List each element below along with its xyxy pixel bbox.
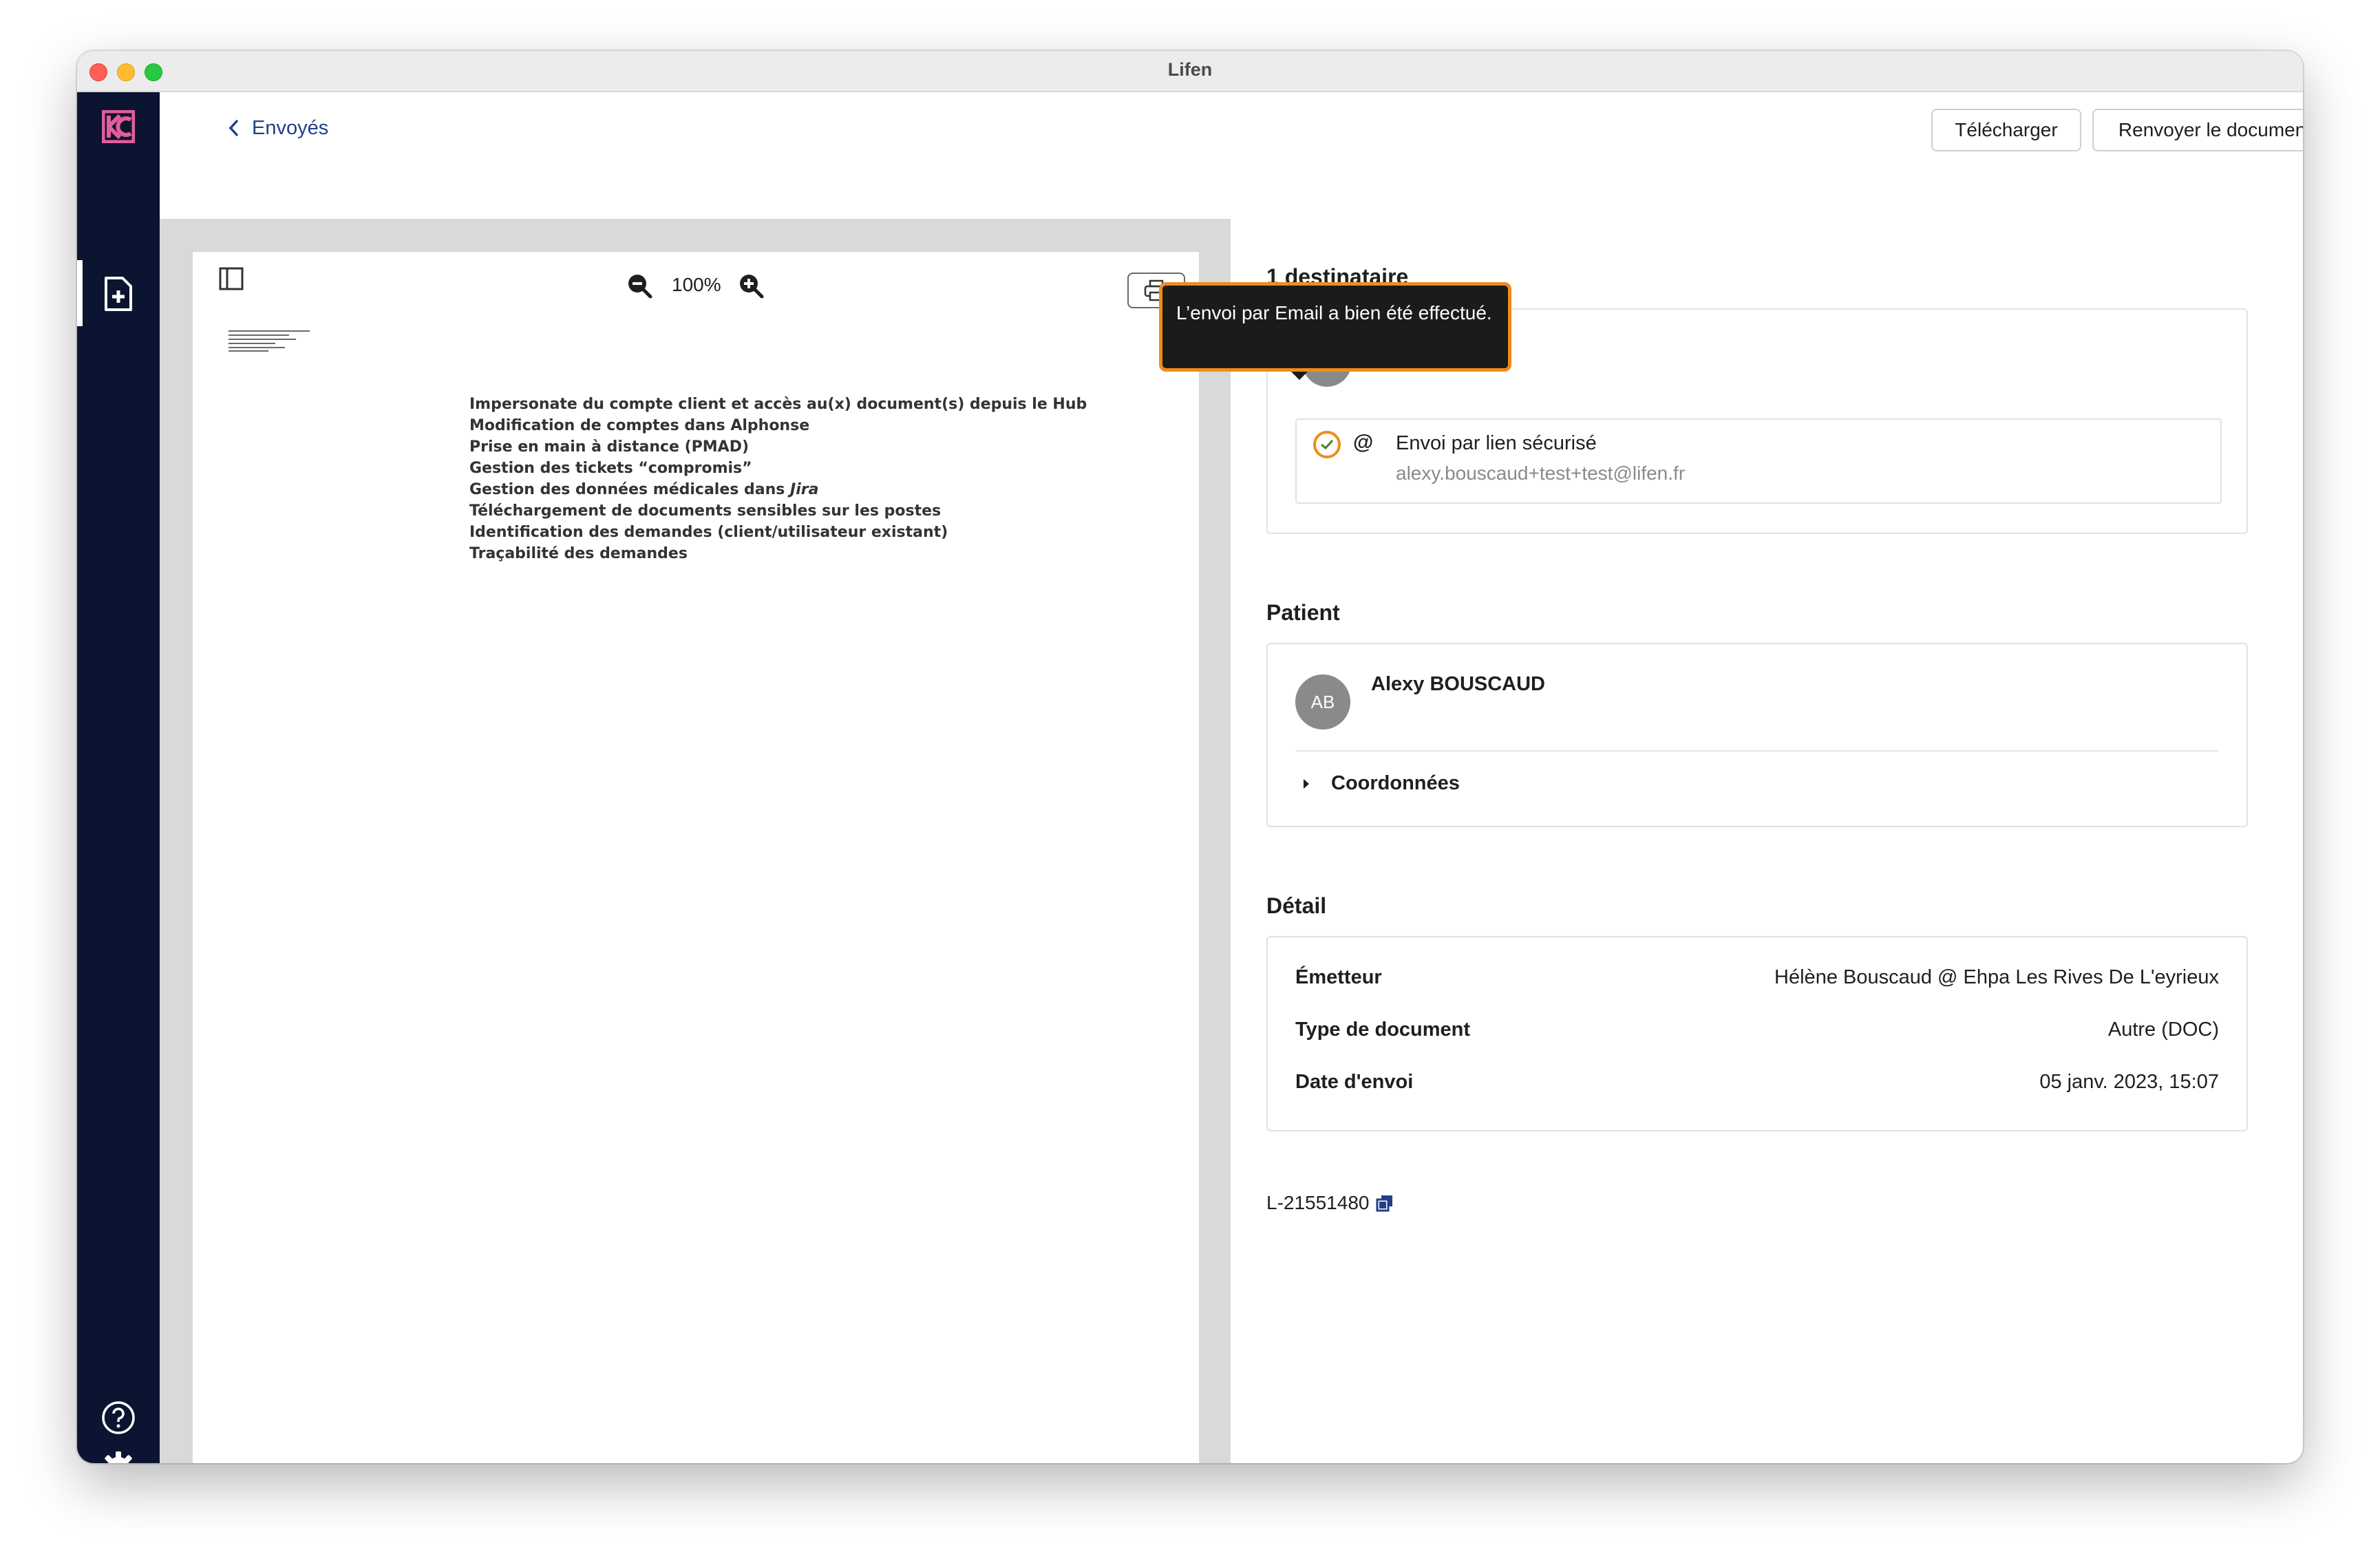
detail-value: Hélène Bouscaud @ Ehpa Les Rives De L'ey… [1774, 966, 2219, 988]
document-id-text: L-21551480 [1266, 1192, 1370, 1213]
detail-label: Émetteur [1295, 966, 1382, 988]
caret-right-icon [1304, 778, 1309, 789]
coordinates-label: Coordonnées [1331, 772, 1460, 794]
document-viewer: 100% Impersonate du compte client et acc… [160, 219, 1231, 1463]
doc-line-jira: Gestion des données médicales dans Jira [469, 479, 1087, 500]
patient-avatar: AB [1295, 674, 1350, 730]
tooltip-arrow [1291, 372, 1308, 380]
back-label: Envoyés [252, 116, 329, 139]
window-title: Lifen [1167, 59, 1213, 80]
app-window: Lifen Envoyés Télécharger Renvoyer le do… [77, 51, 2303, 1463]
active-indicator [77, 260, 83, 326]
doc-line-italic: Jira [790, 481, 819, 498]
copy-icon[interactable] [1376, 1194, 1394, 1212]
detail-value: 05 janv. 2023, 15:07 [2039, 1071, 2219, 1093]
zoom-out-icon[interactable] [626, 273, 652, 299]
doc-line: Modification de comptes dans Alphonse [469, 417, 810, 434]
channel-email: alexy.bouscaud+test+test@lifen.fr [1396, 462, 1686, 484]
coordinates-toggle[interactable]: Coordonnées [1302, 772, 1460, 795]
zoom-level: 100% [672, 274, 721, 295]
channel-row: @ Envoi par lien sécurisé alexy.bouscaud… [1295, 418, 2222, 504]
detail-title: Détail [1266, 893, 1327, 918]
doc-line-prefix: Gestion des données médicales dans [469, 481, 791, 498]
patient-card: AB Alexy BOUSCAUD Coordonnées [1266, 643, 2248, 827]
delivery-tooltip: L’envoi par Email a bien été effectué. [1159, 282, 1511, 372]
document-text: Impersonate du compte client et accès au… [469, 394, 1087, 564]
delivery-status-check[interactable] [1313, 431, 1341, 458]
zoom-in-icon[interactable] [738, 273, 764, 299]
detail-row-type: Type de document Autre (DOC) [1295, 1019, 2219, 1041]
gear-icon[interactable] [99, 1449, 138, 1463]
pdf-page: 100% Impersonate du compte client et acc… [193, 252, 1199, 1463]
lifen-logo-icon[interactable] [101, 109, 136, 144]
doc-line: Téléchargement de documents sensibles su… [469, 502, 942, 520]
add-document-icon [105, 277, 132, 311]
doc-line: Impersonate du compte client et accès au… [469, 396, 1087, 413]
doc-line: Identification des demandes (client/util… [469, 524, 948, 541]
doc-line: Gestion des tickets “compromis” [469, 460, 752, 477]
doc-line: Prise en main à distance (PMAD) [469, 438, 750, 456]
sidebar [77, 92, 160, 1463]
sidebar-item-documents[interactable] [77, 260, 160, 326]
document-header-scribble [229, 330, 310, 352]
sidebar-toggle-icon[interactable] [219, 267, 244, 290]
divider [1295, 750, 2219, 752]
at-sign-icon: @ [1353, 431, 1374, 454]
chevron-left-icon [229, 119, 239, 137]
detail-card: Émetteur Hélène Bouscaud @ Ehpa Les Rive… [1266, 936, 2248, 1131]
patient-title: Patient [1266, 600, 1340, 625]
detail-label: Type de document [1295, 1019, 1471, 1041]
check-icon [1321, 439, 1334, 450]
help-icon[interactable] [100, 1400, 136, 1436]
detail-row-sender: Émetteur Hélène Bouscaud @ Ehpa Les Rive… [1295, 966, 2219, 989]
detail-value: Autre (DOC) [2107, 1019, 2219, 1041]
document-id: L-21551480 [1266, 1192, 1394, 1214]
patient-name: Alexy BOUSCAUD [1371, 673, 1545, 695]
back-to-sent-link[interactable]: Envoyés [229, 113, 328, 143]
detail-label: Date d'envoi [1295, 1071, 1414, 1093]
detail-row-date: Date d'envoi 05 janv. 2023, 15:07 [1295, 1071, 2219, 1094]
channel-title: Envoi par lien sécurisé [1396, 432, 1597, 454]
title-bar: Lifen [77, 51, 2303, 92]
doc-line: Traçabilité des demandes [469, 545, 688, 562]
